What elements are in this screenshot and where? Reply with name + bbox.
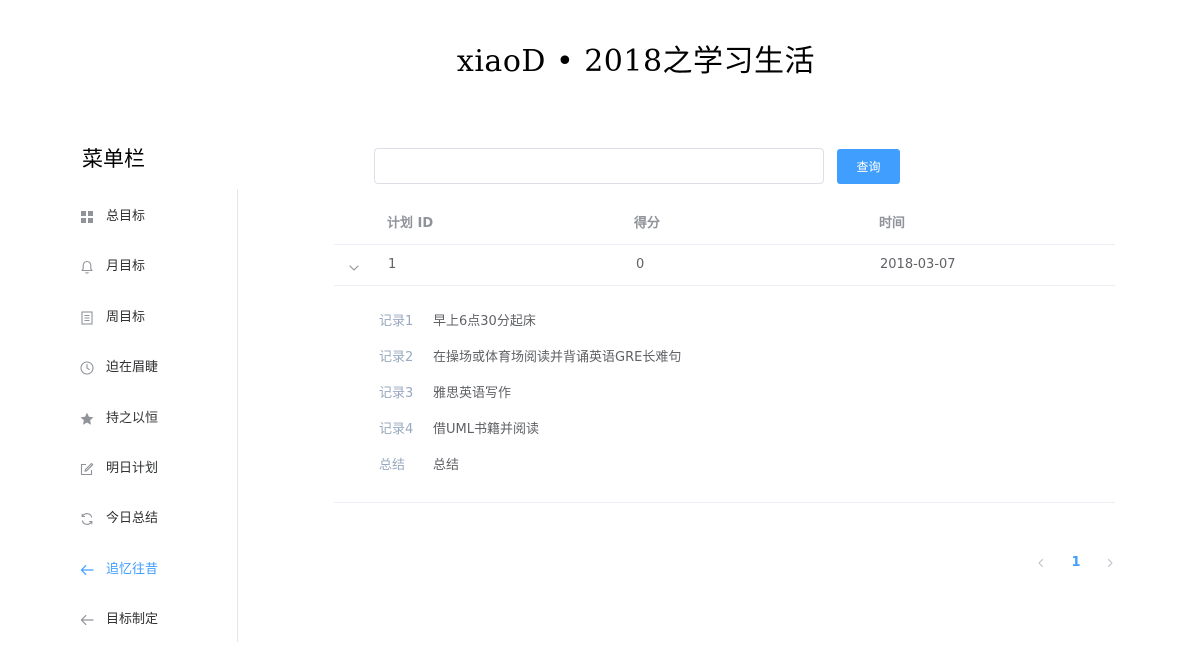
pagination-next-button[interactable] — [1102, 550, 1118, 576]
cell-time: 2018-03-07 — [880, 257, 956, 272]
edit-icon — [79, 461, 95, 477]
sidebar-item-label: 月目标 — [106, 259, 146, 274]
detail-label: 记录1 — [379, 314, 414, 329]
sidebar-item-persistence[interactable]: 持之以恒 — [0, 394, 237, 444]
table-header: 计划 ID 得分 时间 — [334, 204, 1115, 245]
star-icon — [79, 411, 95, 427]
sidebar-item-tomorrow-plan[interactable]: 明日计划 — [0, 444, 237, 494]
column-header-plan-id: 计划 ID — [387, 216, 434, 231]
sidebar-divider — [237, 189, 238, 642]
sidebar-item-label: 目标制定 — [106, 612, 159, 627]
sidebar-item-label: 迫在眉睫 — [106, 360, 159, 375]
detail-value: 雅思英语写作 — [433, 386, 512, 401]
sidebar-item-label: 总目标 — [106, 209, 146, 224]
column-header-score: 得分 — [634, 216, 661, 231]
cell-plan-id: 1 — [388, 257, 397, 272]
arrow-left-icon — [79, 612, 95, 628]
pagination-prev-button[interactable] — [1033, 550, 1049, 576]
search-input[interactable] — [374, 148, 824, 184]
grid-icon — [79, 209, 95, 225]
sidebar-item-monthly-goal[interactable]: 月目标 — [0, 242, 237, 292]
sidebar-item-weekly-goal[interactable]: 周目标 — [0, 293, 237, 343]
detail-label: 记录3 — [379, 386, 414, 401]
sidebar-title: 菜单栏 — [82, 147, 145, 171]
detail-label: 记录2 — [379, 350, 414, 365]
pagination-page-current[interactable]: 1 — [1066, 550, 1086, 576]
clock-icon — [79, 360, 95, 376]
sidebar-item-set-goals[interactable]: 目标制定 — [0, 595, 237, 645]
chevron-down-icon[interactable] — [348, 259, 360, 271]
sidebar-item-recall-past[interactable]: 追忆往昔 — [0, 545, 237, 595]
cell-score: 0 — [636, 257, 645, 272]
row-expand-panel: 记录1 早上6点30分起床 记录2 在操场或体育场阅读并背诵英语GRE长难句 记… — [334, 286, 1115, 503]
detail-label: 总结 — [379, 458, 406, 473]
table-row[interactable]: 1 0 2018-03-07 — [334, 245, 1115, 286]
sidebar-item-label: 持之以恒 — [106, 411, 159, 426]
sidebar-item-label: 今日总结 — [106, 511, 159, 526]
chevron-left-icon — [1038, 558, 1044, 567]
column-header-time: 时间 — [879, 216, 906, 231]
refresh-icon — [79, 511, 95, 527]
detail-value: 借UML书籍并阅读 — [433, 422, 539, 437]
detail-label: 记录4 — [379, 422, 414, 437]
sidebar-item-total-goal[interactable]: 总目标 — [0, 192, 237, 242]
detail-value: 在操场或体育场阅读并背诵英语GRE长难句 — [433, 350, 682, 365]
sidebar-item-today-summary[interactable]: 今日总结 — [0, 494, 237, 544]
page-title: xiaoD • 2018之学习生活 — [456, 44, 816, 79]
sidebar-item-label: 追忆往昔 — [106, 562, 159, 577]
arrow-left-icon — [79, 562, 95, 578]
detail-value: 总结 — [433, 458, 460, 473]
detail-value: 早上6点30分起床 — [433, 314, 536, 329]
document-icon — [79, 310, 95, 326]
chevron-right-icon — [1107, 558, 1113, 567]
bell-icon — [79, 259, 95, 275]
sidebar-item-urgent[interactable]: 迫在眉睫 — [0, 343, 237, 393]
search-button[interactable]: 查询 — [837, 149, 900, 184]
sidebar-item-label: 周目标 — [106, 310, 146, 325]
sidebar-item-label: 明日计划 — [106, 461, 159, 476]
